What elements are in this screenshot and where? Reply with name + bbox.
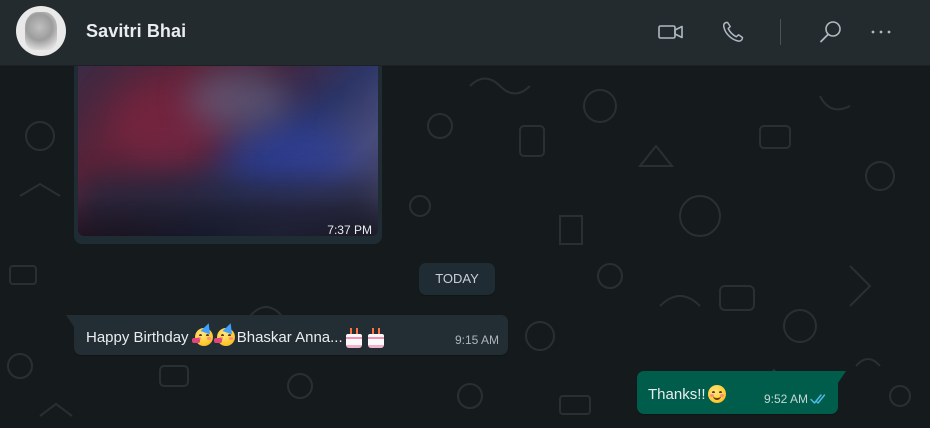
media-message-time: 7:37 PM	[327, 223, 372, 237]
partying-face-emoji	[213, 321, 236, 346]
contact-name[interactable]: Savitri Bhai	[86, 21, 186, 42]
voice-call-icon[interactable]	[719, 18, 747, 46]
header-divider	[780, 19, 781, 45]
incoming-message[interactable]: Happy Birthday Bhaskar Anna... 9:15 AM	[66, 315, 508, 355]
partying-face-emoji	[191, 321, 214, 346]
incoming-message-text: Happy Birthday Bhaskar Anna...	[86, 321, 387, 348]
smiling-face-emoji	[707, 383, 727, 403]
birthday-cake-emoji	[344, 326, 364, 348]
double-check-read-icon	[810, 394, 826, 404]
date-separator: TODAY	[419, 263, 495, 295]
video-call-icon[interactable]	[657, 18, 685, 46]
outgoing-message-time: 9:52 AM	[763, 392, 808, 406]
incoming-message-time: 9:15 AM	[454, 333, 499, 347]
incoming-text-part1: Happy Birthday	[86, 329, 193, 346]
blurred-image-thumbnail[interactable]	[78, 66, 378, 236]
incoming-text-part2: Bhaskar Anna...	[236, 329, 343, 346]
media-message[interactable]: 7:37 PM	[74, 66, 382, 244]
avatar-image	[25, 12, 57, 50]
outgoing-message[interactable]: Thanks!! 9:52 AM	[637, 371, 846, 414]
search-icon[interactable]	[817, 18, 845, 46]
outgoing-text: Thanks!!	[648, 386, 706, 403]
birthday-cake-emoji	[366, 326, 386, 348]
chat-header: Savitri Bhai	[0, 0, 930, 66]
message-list[interactable]: 7:37 PM TODAY Happy Birthday Bhaskar Ann…	[0, 66, 930, 428]
chat-window: Savitri Bhai 7:37 PM TODAY Happy Birthda…	[0, 0, 930, 428]
contact-avatar[interactable]	[16, 6, 66, 56]
more-options-icon[interactable]	[868, 18, 896, 46]
outgoing-message-text: Thanks!!	[648, 383, 728, 403]
